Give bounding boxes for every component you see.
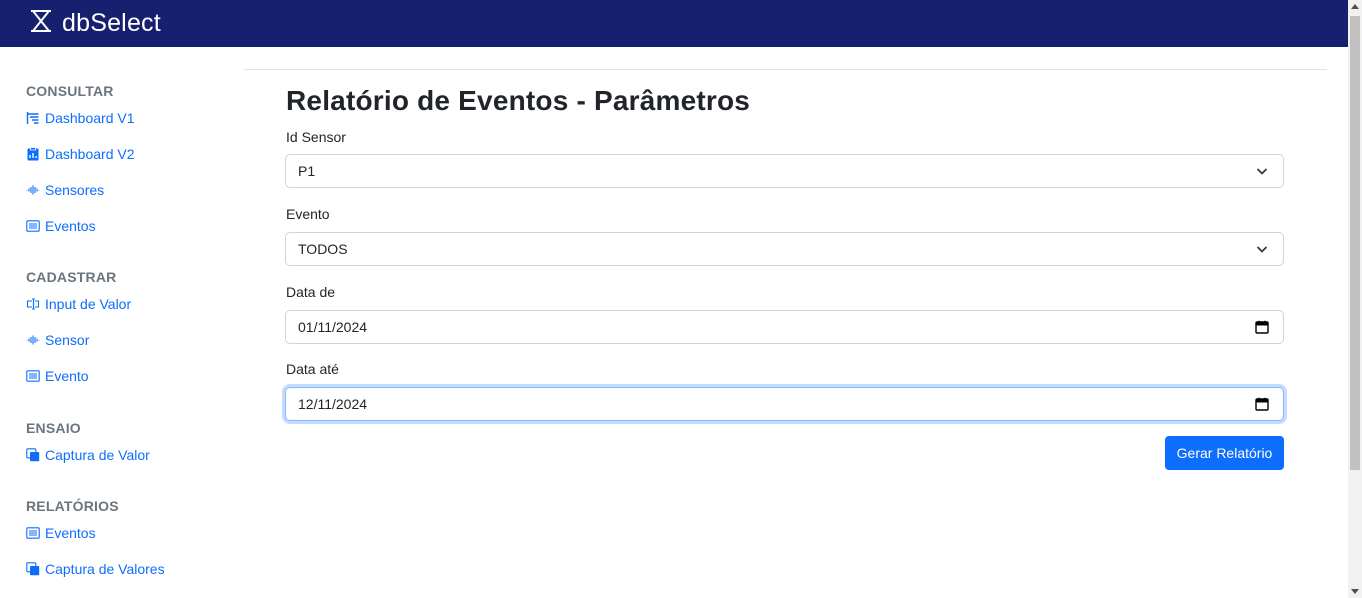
evento-label: Evento bbox=[286, 206, 330, 222]
sidebar-item-label: Dashboard V2 bbox=[45, 146, 135, 162]
sidebar-section-ensaio: ENSAIO Captura de Valor bbox=[26, 420, 150, 473]
scrollbar-thumb[interactable] bbox=[1350, 16, 1360, 470]
sidebar-section-relatorios: RELATÓRIOS Eventos Captura de Valores bbox=[26, 498, 165, 587]
sidebar-item-evento[interactable]: Evento bbox=[26, 358, 131, 394]
sensor-select[interactable]: P1 bbox=[285, 154, 1284, 188]
evento-select[interactable]: TODOS bbox=[285, 232, 1284, 266]
main-content: Relatório de Eventos - Parâmetros Id Sen… bbox=[244, 47, 1348, 598]
sidebar-item-label: Dashboard V1 bbox=[45, 110, 135, 126]
top-navbar: dbSelect bbox=[0, 0, 1348, 47]
sensor-label: Id Sensor bbox=[286, 129, 346, 145]
sidebar-item-eventos[interactable]: Eventos bbox=[26, 208, 135, 244]
data-ate-input[interactable]: 12/11/2024 bbox=[285, 387, 1284, 421]
hourglass-x-logo-icon bbox=[28, 9, 62, 38]
sidebar-item-sensor[interactable]: Sensor bbox=[26, 322, 131, 358]
sidebar-item-label: Eventos bbox=[45, 525, 96, 541]
sensor-select-value: P1 bbox=[298, 163, 316, 179]
calendar-icon[interactable] bbox=[1255, 320, 1269, 334]
sidebar-item-label: Evento bbox=[45, 368, 89, 384]
sidebar-item-label: Sensor bbox=[45, 332, 90, 348]
soundwave-icon bbox=[26, 183, 40, 197]
sidebar-item-label: Captura de Valor bbox=[45, 447, 150, 463]
copy-squares-icon bbox=[26, 448, 40, 462]
sidebar-item-label: Sensores bbox=[45, 182, 105, 198]
chevron-down-icon bbox=[1255, 164, 1269, 178]
sidebar-section-cadastrar: CADASTRAR Input de Valor Sensor Evento bbox=[26, 269, 131, 394]
list-box-icon bbox=[26, 219, 40, 233]
list-tree-icon bbox=[26, 111, 40, 125]
scroll-up-arrow-icon[interactable] bbox=[1351, 4, 1359, 9]
scroll-down-arrow-icon[interactable] bbox=[1351, 589, 1359, 594]
data-de-input[interactable]: 01/11/2024 bbox=[285, 310, 1284, 344]
sidebar-item-captura-de-valor[interactable]: Captura de Valor bbox=[26, 437, 150, 473]
list-box-icon bbox=[26, 526, 40, 540]
divider bbox=[244, 69, 1327, 70]
evento-select-value: TODOS bbox=[298, 241, 348, 257]
copy-squares-icon bbox=[26, 562, 40, 576]
input-cursor-icon bbox=[26, 297, 40, 311]
chevron-down-icon bbox=[1255, 242, 1269, 256]
sidebar-item-sensores[interactable]: Sensores bbox=[26, 172, 135, 208]
sidebar-item-input-de-valor[interactable]: Input de Valor bbox=[26, 286, 131, 322]
calendar-icon[interactable] bbox=[1255, 397, 1269, 411]
sidebar-item-dashboard-v2[interactable]: Dashboard V2 bbox=[26, 136, 135, 172]
clipboard-chart-icon bbox=[26, 147, 40, 161]
sidebar-section-consultar: CONSULTAR Dashboard V1 Dashboard V2 Sens… bbox=[26, 83, 135, 244]
sidebar: CONSULTAR Dashboard V1 Dashboard V2 Sens… bbox=[0, 47, 244, 598]
sidebar-item-label: Eventos bbox=[45, 218, 96, 234]
sidebar-item-dashboard-v1[interactable]: Dashboard V1 bbox=[26, 100, 135, 136]
sidebar-item-relatorio-eventos[interactable]: Eventos bbox=[26, 515, 165, 551]
soundwave-icon bbox=[26, 333, 40, 347]
sidebar-item-label: Input de Valor bbox=[45, 296, 132, 312]
data-ate-label: Data até bbox=[286, 361, 339, 377]
data-de-value: 01/11/2024 bbox=[298, 319, 368, 335]
page-title: Relatório de Eventos - Parâmetros bbox=[286, 85, 751, 116]
vertical-scrollbar[interactable] bbox=[1348, 0, 1362, 598]
data-ate-value: 12/11/2024 bbox=[298, 396, 368, 412]
sidebar-item-label: Captura de Valores bbox=[45, 561, 165, 577]
data-de-label: Data de bbox=[286, 284, 336, 300]
gerar-relatorio-button[interactable]: Gerar Relatório bbox=[1165, 436, 1284, 470]
brand-name: dbSelect bbox=[62, 9, 161, 37]
list-box-icon bbox=[26, 369, 40, 383]
sidebar-item-captura-de-valores[interactable]: Captura de Valores bbox=[26, 551, 165, 587]
brand[interactable]: dbSelect bbox=[28, 9, 161, 38]
